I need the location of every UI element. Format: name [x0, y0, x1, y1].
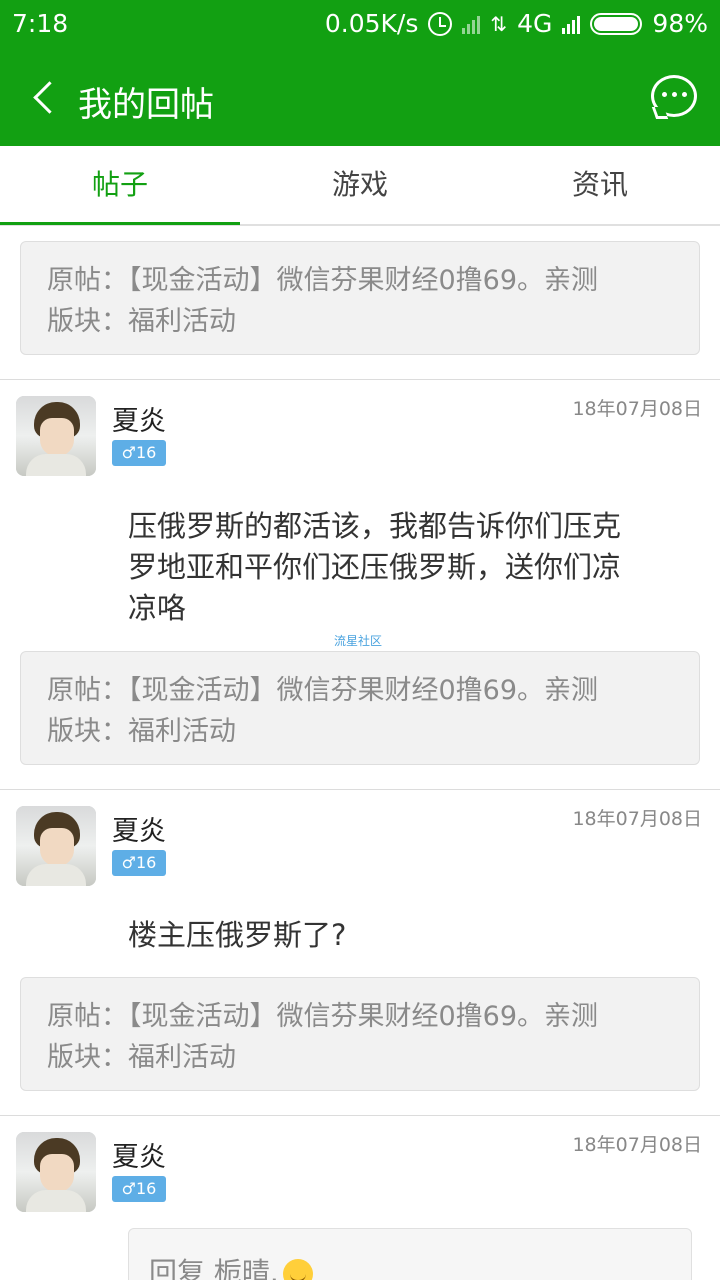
quote-board: 版块：福利活动: [47, 716, 236, 747]
avatar[interactable]: [16, 1132, 96, 1212]
divider: [0, 379, 720, 380]
page-title: 我的回帖: [78, 85, 214, 125]
gender-level-badge: ♂16: [112, 1176, 166, 1202]
reply-content[interactable]: 压俄罗斯的都活该，我都告诉你们压克 罗地亚和平你们还压俄罗斯，送你们凉 凉咯: [128, 506, 688, 629]
reply-content[interactable]: 楼主压俄罗斯了?: [128, 915, 688, 956]
reply-line: 压俄罗斯的都活该，我都告诉你们压克: [128, 509, 622, 543]
reply-line: 楼主压俄罗斯了?: [128, 918, 347, 952]
post-date: 18年07月08日: [572, 398, 702, 420]
data-transfer-icon: ⇅: [490, 11, 508, 36]
original-post-quote[interactable]: 原帖：【现金活动】微信芬果财经0撸69。亲测 版块：福利活动: [20, 241, 700, 355]
username[interactable]: 夏炎: [112, 399, 166, 438]
post-date: 18年07月08日: [572, 808, 702, 830]
quote-board: 版块：福利活动: [47, 306, 236, 337]
status-icons: 0.05K/s ⇅ 4G 98%: [325, 9, 708, 38]
tab-news[interactable]: 资讯: [480, 146, 720, 224]
tab-posts[interactable]: 帖子: [0, 146, 240, 224]
smiley-emoji-icon: [282, 1259, 313, 1280]
quote-board: 版块：福利活动: [47, 1042, 236, 1073]
network-speed: 0.05K/s: [324, 9, 419, 38]
battery-percent: 98%: [652, 9, 708, 38]
nested-reply[interactable]: 回复 栀晴.: [128, 1228, 692, 1280]
watermark: 流星社区: [334, 634, 383, 648]
reply-line: 凉咯: [128, 591, 187, 625]
quote-original: 原帖：【现金活动】微信芬果财经0撸69。亲测: [47, 1001, 599, 1032]
quote-original: 原帖：【现金活动】微信芬果财经0撸69。亲测: [47, 675, 599, 706]
original-post-quote[interactable]: 原帖：【现金活动】微信芬果财经0撸69。亲测 版块：福利活动: [20, 977, 700, 1091]
battery-icon: [590, 12, 643, 35]
nested-reply-text: 回复 栀晴.: [149, 1256, 279, 1280]
gender-level-badge: ♂16: [112, 440, 166, 466]
chat-button[interactable]: [650, 74, 700, 122]
username[interactable]: 夏炎: [112, 1135, 166, 1174]
original-post-quote[interactable]: 原帖：【现金活动】微信芬果财经0撸69。亲测 版块：福利活动: [20, 651, 700, 765]
gender-level-badge: ♂16: [112, 850, 166, 876]
network-type: 4G: [517, 9, 553, 38]
status-bar: 7:18 0.05K/s ⇅ 4G 98%: [0, 0, 720, 50]
back-button[interactable]: [24, 76, 68, 120]
tab-games[interactable]: 游戏: [240, 146, 480, 224]
divider: [0, 1115, 720, 1116]
title-bar: 我的回帖: [0, 50, 720, 146]
divider: [0, 789, 720, 790]
alarm-icon: [428, 11, 453, 36]
avatar[interactable]: [16, 396, 96, 476]
signal-icon: [462, 14, 481, 34]
tab-bar: 帖子 游戏 资讯: [0, 146, 720, 226]
avatar[interactable]: [16, 806, 96, 886]
quote-original: 原帖：【现金活动】微信芬果财经0撸69。亲测: [47, 265, 599, 296]
tab-indicator: [0, 222, 240, 225]
reply-line: 罗地亚和平你们还压俄罗斯，送你们凉: [128, 550, 622, 584]
signal-strength-icon: [562, 14, 581, 34]
post-date: 18年07月08日: [572, 1134, 702, 1156]
status-time: 7:18: [12, 9, 69, 38]
username[interactable]: 夏炎: [112, 809, 166, 848]
